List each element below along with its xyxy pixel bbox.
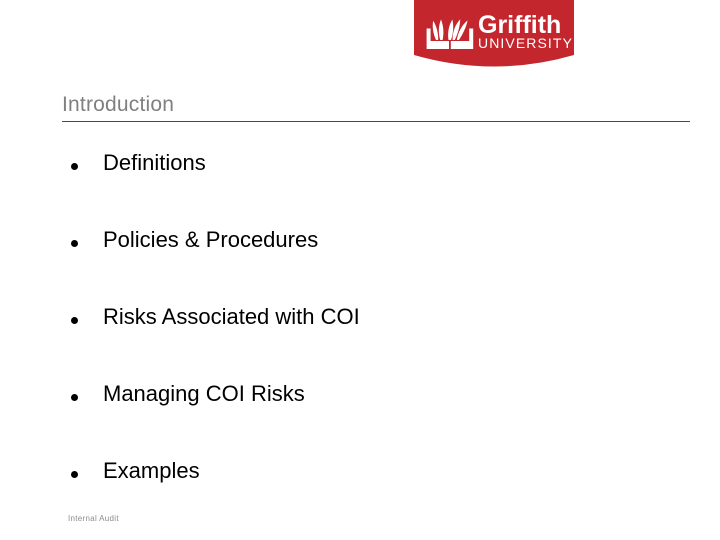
bullet-label: Managing COI Risks <box>103 381 305 406</box>
bullet-label: Examples <box>103 458 200 483</box>
bullet-label: Definitions <box>103 150 206 175</box>
bullet-list: Definitions Policies & Procedures Risks … <box>68 150 668 535</box>
list-item: Policies & Procedures <box>68 227 668 304</box>
list-item: Risks Associated with COI <box>68 304 668 381</box>
list-item: Examples <box>68 458 668 535</box>
bullet-dot-icon <box>71 163 78 170</box>
bullet-dot-icon <box>71 240 78 247</box>
bullet-dot-icon <box>71 317 78 324</box>
logo-subtitle: UNIVERSITY <box>478 35 573 51</box>
heading-underline-rule <box>62 121 690 122</box>
griffith-university-logo: Griffith UNIVERSITY <box>414 0 574 72</box>
slide-canvas: Griffith UNIVERSITY Introduction Definit… <box>0 0 720 540</box>
bullet-label: Risks Associated with COI <box>103 304 360 329</box>
list-item: Managing COI Risks <box>68 381 668 458</box>
list-item: Definitions <box>68 150 668 227</box>
bullet-label: Policies & Procedures <box>103 227 319 252</box>
page-title: Introduction <box>62 93 175 116</box>
bullet-dot-icon <box>71 394 78 401</box>
slide-footer: Internal Audit <box>68 514 119 523</box>
bullet-dot-icon <box>71 471 78 478</box>
